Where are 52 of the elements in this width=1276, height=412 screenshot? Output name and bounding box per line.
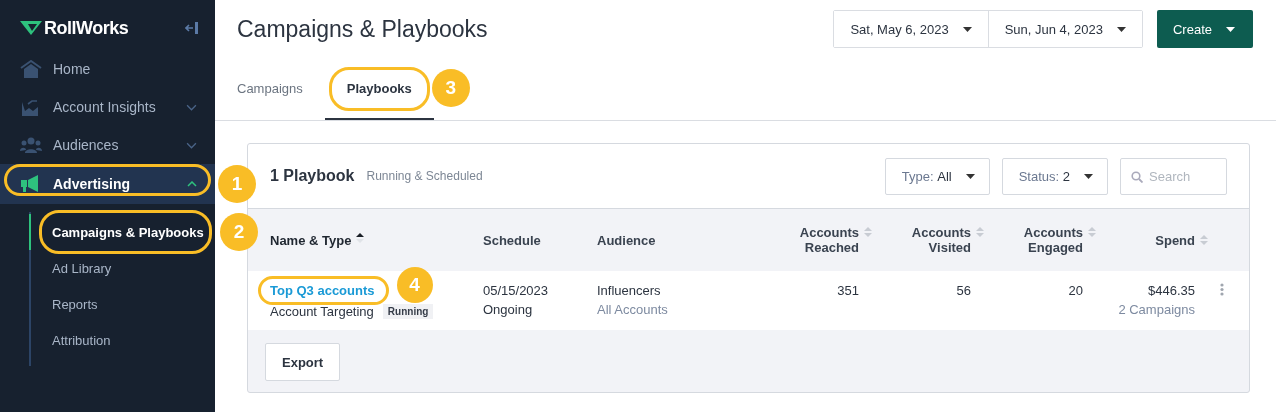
audience-scope: All Accounts <box>597 302 669 317</box>
caret-icon <box>1084 173 1093 179</box>
nav-item[interactable]: Account Insights <box>0 88 215 126</box>
create-button[interactable]: Create <box>1156 10 1253 48</box>
table-cell: 56 <box>956 283 971 298</box>
column-header[interactable]: Accounts Engaged <box>1013 225 1083 255</box>
caret-icon <box>962 26 972 32</box>
nav-item[interactable]: Home <box>0 50 215 88</box>
more-icon[interactable] <box>1220 283 1224 296</box>
house-icon <box>20 60 42 78</box>
column-header[interactable]: Spend <box>1155 232 1195 248</box>
logo-icon <box>20 21 42 35</box>
people-icon <box>20 136 42 154</box>
date-picker[interactable]: Sun, Jun 4, 2023 <box>987 11 1142 47</box>
column-header[interactable]: Accounts Reached <box>789 225 859 255</box>
callout-badge: 4 <box>396 267 433 303</box>
filter-dropdown[interactable]: Type: All <box>884 157 990 195</box>
callout-badge: 3 <box>431 69 470 107</box>
tab[interactable]: Campaigns <box>237 58 303 120</box>
schedule-start: 05/15/2023 <box>483 283 550 298</box>
column-header[interactable]: Accounts Visited <box>901 225 971 255</box>
column-header: Schedule <box>483 232 541 248</box>
filter-dropdown[interactable]: Status: 2 <box>1001 157 1108 195</box>
callout-badge: 2 <box>220 213 258 251</box>
search-icon <box>1131 170 1143 183</box>
nav-subitem[interactable]: Attribution <box>52 332 111 348</box>
audience-name: Influencers <box>597 283 662 298</box>
schedule-end: Ongoing <box>483 302 534 317</box>
nav-subitem[interactable]: Reports <box>52 296 98 312</box>
column-header[interactable]: Name & Type <box>270 232 352 248</box>
status-tag: Running <box>382 304 434 319</box>
table-cell: 351 <box>837 283 859 298</box>
caret-icon <box>1116 26 1126 32</box>
export-button[interactable]: Export <box>265 343 341 381</box>
caret-icon <box>965 173 975 179</box>
caret-icon <box>1226 26 1235 32</box>
playbook-type: Account Targeting <box>270 304 374 319</box>
nav-subitem[interactable]: Campaigns & Playbooks <box>52 224 204 240</box>
campaigns-link[interactable]: 2 Campaigns <box>1118 302 1195 317</box>
table-cell: 20 <box>1068 283 1083 298</box>
sort-icon[interactable] <box>356 232 365 244</box>
nav-subitem[interactable]: Ad Library <box>52 260 112 276</box>
spend-amount: $446.35 <box>1148 283 1195 298</box>
logo-text: RollWorks <box>44 17 129 39</box>
playbook-count: 1 Playbook <box>270 167 355 185</box>
callout-badge: 1 <box>218 165 256 203</box>
nav-item[interactable]: Audiences <box>0 126 215 164</box>
collapse-icon[interactable] <box>185 21 199 35</box>
page-title: Campaigns & Playbooks <box>237 15 489 43</box>
column-header: Audience <box>597 232 656 248</box>
card-subtitle: Running & Scheduled <box>366 169 483 183</box>
search-field[interactable]: Search <box>1120 157 1227 195</box>
